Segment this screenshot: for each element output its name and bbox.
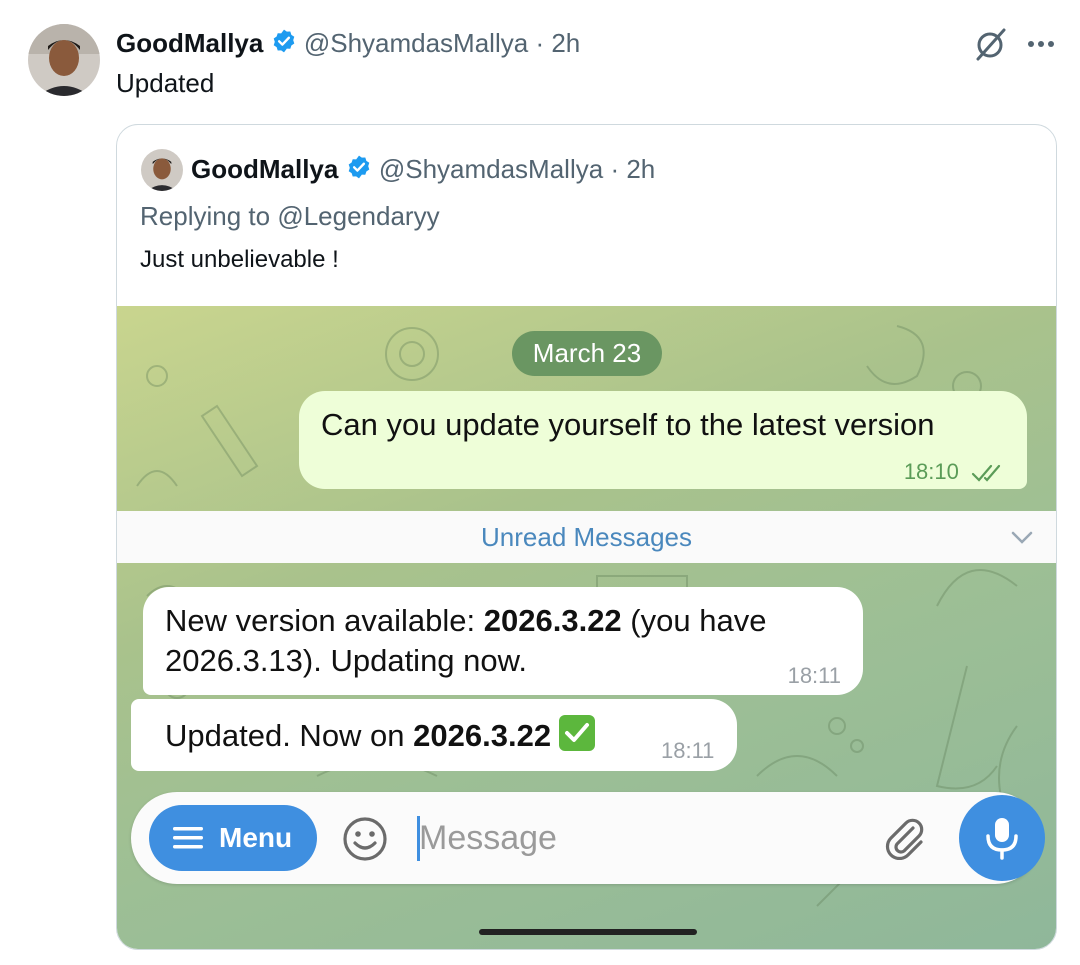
replying-to-mention[interactable]: @Legendaryy: [277, 201, 439, 231]
grok-icon[interactable]: [972, 26, 1008, 62]
double-check-icon: [971, 465, 1001, 482]
message-time: 18:11: [787, 663, 841, 688]
paperclip-icon[interactable]: [883, 816, 927, 860]
unread-messages-label: Unread Messages: [481, 522, 692, 552]
microphone-icon: [986, 818, 1018, 860]
message-time: 18:10: [903, 459, 959, 484]
tweet-header: GoodMallya @ShyamdasMallya · 2h: [116, 26, 580, 62]
message-text-part: Updated. Now on: [165, 718, 414, 753]
quoted-tweet-card[interactable]: GoodMallya @ShyamdasMallya · 2h Replying…: [116, 124, 1057, 950]
header-separator: ·: [610, 154, 620, 184]
message-input[interactable]: [419, 814, 839, 862]
avatar-image: [141, 149, 183, 191]
quoted-author-handle: @ShyamdasMallya: [378, 154, 604, 184]
message-text-part: New version available:: [165, 603, 484, 638]
home-indicator: [479, 929, 697, 935]
message-text: Updated. Now on 2026.3.22: [165, 715, 596, 756]
tweet-author-name[interactable]: GoodMallya: [116, 28, 263, 58]
quoted-tweet-text: Just unbelievable !: [140, 246, 339, 273]
menu-lines-icon: [173, 827, 203, 849]
menu-button-label: Menu: [219, 822, 293, 853]
quoted-tweet-header: GoodMallya @ShyamdasMallya · 2h: [191, 152, 655, 188]
header-separator: ·: [535, 28, 545, 58]
incoming-message[interactable]: Updated. Now on 2026.3.22 18:11: [131, 699, 737, 771]
quoted-timestamp: 2h: [626, 154, 656, 184]
more-options-icon[interactable]: [1026, 30, 1056, 58]
version-number: 2026.3.22: [483, 603, 622, 638]
incoming-message[interactable]: New version available: 2026.3.22 (you ha…: [143, 587, 863, 695]
version-number: 2026.3.22: [413, 718, 552, 753]
menu-button[interactable]: Menu: [149, 805, 317, 871]
unread-messages-divider[interactable]: Unread Messages: [117, 511, 1056, 563]
replying-to-line: Replying to @Legendaryy: [140, 199, 440, 233]
verified-badge-icon: [346, 154, 372, 188]
tweet-timestamp[interactable]: 2h: [551, 28, 580, 58]
chevron-down-icon[interactable]: [1010, 528, 1034, 546]
avatar-image: [28, 24, 100, 96]
message-text: Can you update yourself to the latest ve…: [321, 407, 935, 442]
message-composer: Menu: [131, 792, 1045, 884]
message-meta: 18:10: [904, 452, 1005, 492]
check-mark-emoji: [559, 715, 596, 751]
emoji-icon[interactable]: [341, 815, 389, 863]
verified-badge-icon: [271, 28, 297, 62]
tweet-author-handle[interactable]: @ShyamdasMallya: [304, 28, 528, 58]
message-time: 18:11: [661, 738, 715, 763]
replying-to-prefix: Replying to: [140, 201, 271, 231]
tweet-text: Updated: [116, 68, 215, 98]
tweet-author-avatar[interactable]: [28, 24, 100, 96]
message-text: New version available: 2026.3.22 (you ha…: [165, 601, 855, 681]
microphone-button[interactable]: [959, 795, 1045, 881]
quoted-author-avatar[interactable]: [141, 149, 183, 191]
date-separator: March 23: [512, 331, 662, 376]
quoted-author-name: GoodMallya: [191, 154, 339, 184]
outgoing-message[interactable]: Can you update yourself to the latest ve…: [299, 391, 1027, 489]
chat-screenshot[interactable]: March 23 Can you update yourself to the …: [117, 306, 1056, 949]
